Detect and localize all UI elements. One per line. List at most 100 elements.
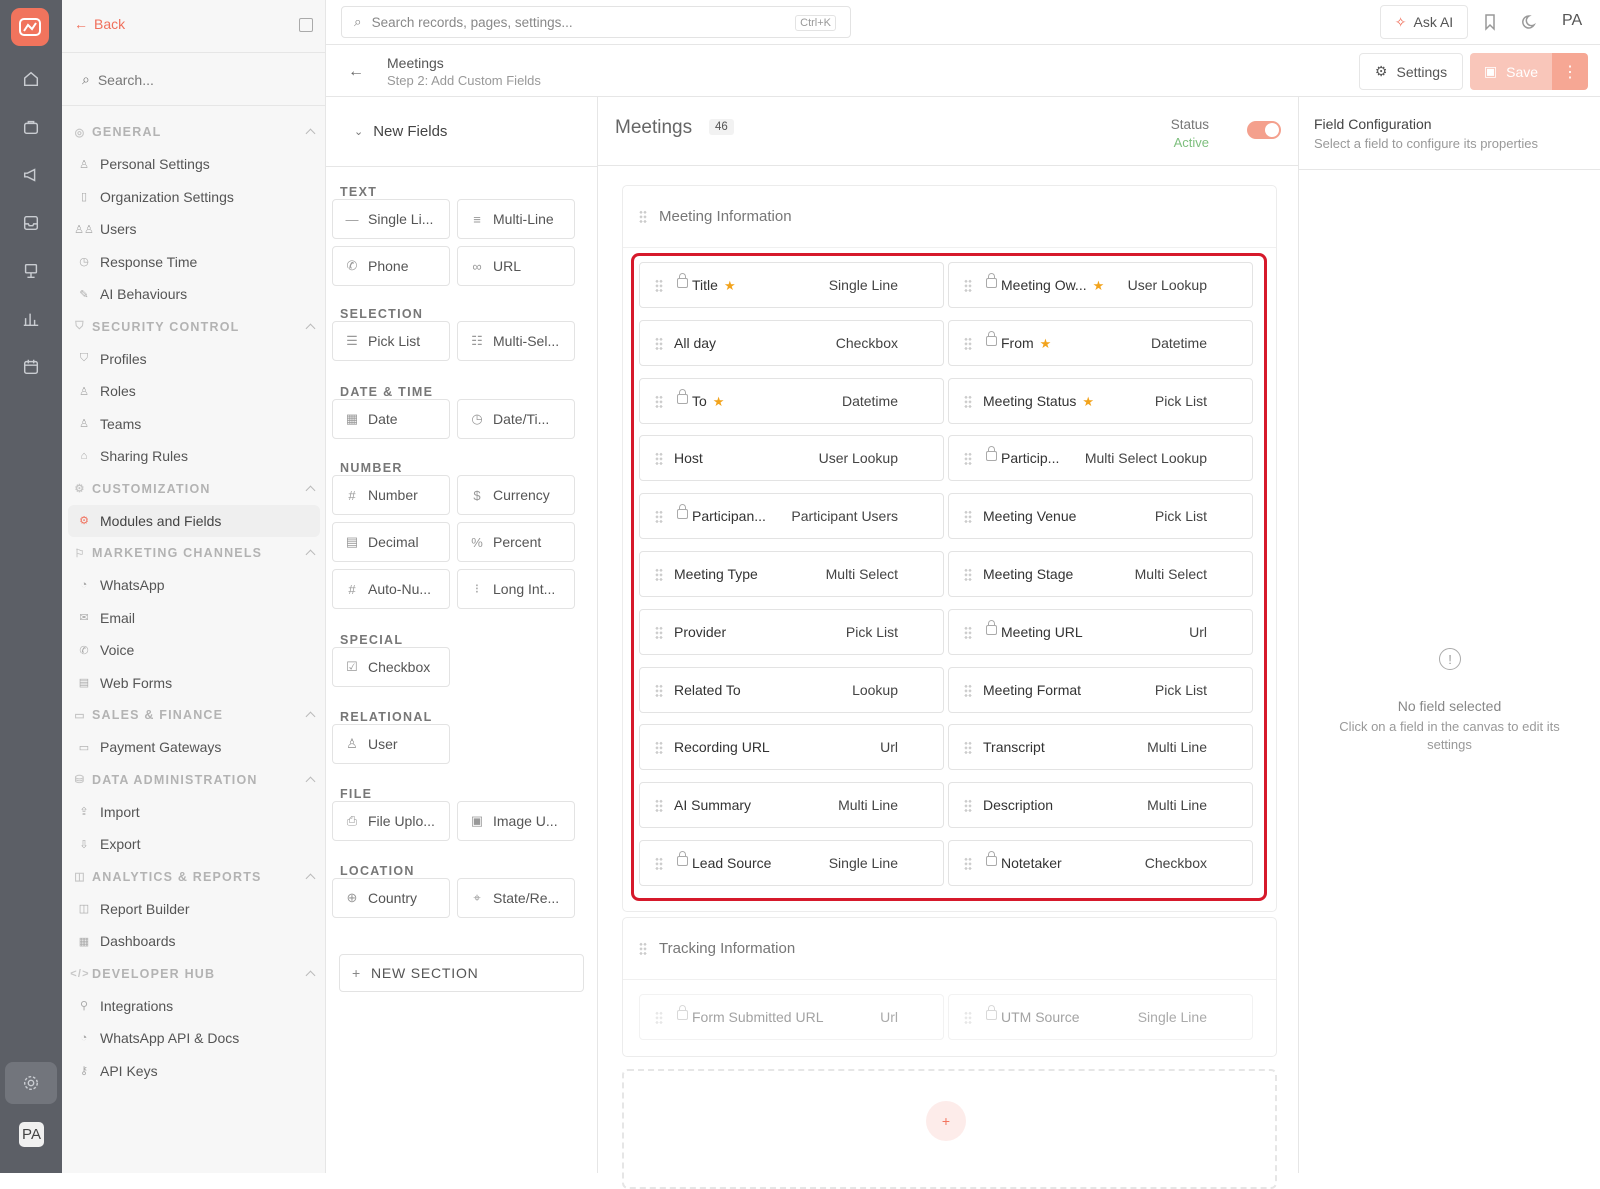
sidebar-item-roles[interactable]: ♙ Roles bbox=[62, 375, 326, 408]
palette-field-date-ti-[interactable]: ◷ Date/Ti... bbox=[457, 399, 575, 439]
sidebar-item-web-forms[interactable]: ▤ Web Forms bbox=[62, 667, 326, 700]
sidebar-item-api-keys[interactable]: ⚷ API Keys bbox=[62, 1055, 326, 1088]
global-search-input[interactable]: ⌕ Search records, pages, settings... Ctr… bbox=[341, 6, 851, 38]
sidebar-section-customization[interactable]: ⚙ CUSTOMIZATION bbox=[62, 473, 326, 505]
palette-category-special: SPECIAL bbox=[340, 633, 404, 647]
home-icon[interactable] bbox=[19, 67, 43, 91]
sidebar-item-email[interactable]: ✉ Email bbox=[62, 602, 326, 635]
palette-field-state-re-[interactable]: ⌖ State/Re... bbox=[457, 878, 575, 918]
moon-icon[interactable] bbox=[1520, 12, 1540, 32]
sidebar-item-import[interactable]: ⇪ Import bbox=[62, 796, 326, 829]
sidebar-section-sales-finance[interactable]: ▭ SALES & FINANCE bbox=[62, 699, 326, 731]
drag-handle-icon[interactable] bbox=[639, 941, 647, 956]
avatar[interactable]: PA bbox=[19, 1122, 44, 1147]
gear-icon[interactable] bbox=[19, 1071, 43, 1095]
briefcase-icon[interactable] bbox=[19, 115, 43, 139]
sidebar-section-marketing-channels[interactable]: ⚐ MARKETING CHANNELS bbox=[62, 537, 326, 569]
chevron-up-icon[interactable] bbox=[305, 970, 316, 980]
palette-field-checkbox[interactable]: ☑ Checkbox bbox=[332, 647, 450, 687]
sidebar-item-profiles[interactable]: ⛉ Profiles bbox=[62, 343, 326, 376]
section-header[interactable]: Tracking Information bbox=[623, 918, 1276, 980]
palette-field-multi-line[interactable]: ≡ Multi-Line bbox=[457, 199, 575, 239]
palette-field-currency[interactable]: $ Currency bbox=[457, 475, 575, 515]
sidebar-item-whatsapp[interactable]: ◔ WhatsApp bbox=[62, 569, 326, 602]
user-initials[interactable]: PA bbox=[1562, 12, 1582, 30]
field-card[interactable]: UTM Source Single Line bbox=[948, 994, 1253, 1040]
palette-field-phone[interactable]: ✆ Phone bbox=[332, 246, 450, 286]
palette-field-country[interactable]: ⊕ Country bbox=[332, 878, 450, 918]
sidebar-item-export[interactable]: ⇩ Export bbox=[62, 828, 326, 861]
palette-field-long-int-[interactable]: ⁝ Long Int... bbox=[457, 569, 575, 609]
section-label: ANALYTICS & REPORTS bbox=[92, 869, 262, 884]
chevron-up-icon[interactable] bbox=[305, 323, 316, 333]
save-button[interactable]: ▣ Save bbox=[1470, 53, 1552, 90]
inbox-icon[interactable] bbox=[19, 211, 43, 235]
sidebar-section-data-administration[interactable]: ⛁ DATA ADMINISTRATION bbox=[62, 764, 326, 796]
chevron-up-icon[interactable] bbox=[305, 549, 316, 560]
chevron-up-icon[interactable] bbox=[305, 128, 316, 139]
palette-field-label: Multi-Line bbox=[493, 211, 554, 227]
sidebar-section-analytics-reports[interactable]: ◫ ANALYTICS & REPORTS bbox=[62, 861, 326, 893]
app-logo[interactable] bbox=[11, 8, 49, 46]
sidebar-item-personal-settings[interactable]: ♙ Personal Settings bbox=[62, 148, 326, 181]
palette-field-number[interactable]: # Number bbox=[332, 475, 450, 515]
drag-handle-icon[interactable] bbox=[639, 209, 647, 224]
palette-field-url[interactable]: ∞ URL bbox=[457, 246, 575, 286]
palette-field-multi-sel-[interactable]: ☷ Multi-Sel... bbox=[457, 321, 575, 361]
sidebar-section-security-control[interactable]: ⛉ SECURITY CONTROL bbox=[62, 311, 326, 343]
collapse-sidebar-icon[interactable] bbox=[299, 18, 313, 32]
chevron-up-icon[interactable] bbox=[305, 485, 316, 495]
sidebar-section-general[interactable]: ◎ GENERAL bbox=[62, 116, 326, 148]
sidebar-item-teams[interactable]: ♙ Teams bbox=[62, 408, 326, 441]
palette-field-decimal[interactable]: ▤ Decimal bbox=[332, 522, 450, 562]
more-options-button[interactable]: ⋮ bbox=[1552, 53, 1588, 90]
new-section-button[interactable]: + NEW SECTION bbox=[339, 954, 584, 992]
sidebar-item-sharing-rules[interactable]: ⌂ Sharing Rules bbox=[62, 440, 326, 473]
field-card[interactable]: Form Submitted URL Url bbox=[639, 994, 944, 1040]
sidebar-item-ai-behaviours[interactable]: ✎ AI Behaviours bbox=[62, 278, 326, 311]
chart-icon[interactable] bbox=[19, 307, 43, 331]
plus-icon[interactable]: + bbox=[926, 1101, 966, 1141]
sidebar-item-payment-gateways[interactable]: ▭ Payment Gateways bbox=[62, 731, 326, 764]
add-section-dropzone[interactable]: + bbox=[622, 1069, 1277, 1189]
back-arrow-icon[interactable]: ← bbox=[348, 63, 364, 81]
presentation-icon[interactable] bbox=[19, 259, 43, 283]
calendar-icon[interactable] bbox=[19, 355, 43, 379]
section-header[interactable]: Meeting Information bbox=[623, 186, 1276, 248]
sidebar-item-voice[interactable]: ✆ Voice bbox=[62, 634, 326, 667]
sidebar-item-response-time[interactable]: ◷ Response Time bbox=[62, 246, 326, 279]
drag-handle-icon[interactable] bbox=[964, 1011, 972, 1025]
ask-ai-button[interactable]: ✧ Ask AI bbox=[1380, 5, 1468, 39]
palette-field-label: Number bbox=[368, 487, 418, 503]
sidebar-item-dashboards[interactable]: ▦ Dashboards bbox=[62, 925, 326, 958]
sidebar-item-integrations[interactable]: ⚲ Integrations bbox=[62, 990, 326, 1023]
teams-icon: ♙ bbox=[79, 418, 89, 431]
sidebar-search-input[interactable]: ⌕ Search... bbox=[82, 71, 154, 88]
palette-field-date[interactable]: ▦ Date bbox=[332, 399, 450, 439]
palette-field-file-uplo-[interactable]: ⎙ File Uplo... bbox=[332, 801, 450, 841]
drag-handle-icon[interactable] bbox=[655, 1011, 663, 1025]
chevron-up-icon[interactable] bbox=[305, 873, 316, 883]
chevron-up-icon[interactable] bbox=[305, 711, 316, 722]
personal-settings-icon: ♙ bbox=[79, 158, 89, 171]
palette-field-user[interactable]: ♙ User bbox=[332, 724, 450, 764]
status-toggle[interactable] bbox=[1247, 121, 1281, 139]
page-subtitle: Step 2: Add Custom Fields bbox=[387, 73, 541, 88]
palette-field-single-li-[interactable]: — Single Li... bbox=[332, 199, 450, 239]
sidebar-item-modules-and-fields[interactable]: ⚙ Modules and Fields bbox=[68, 504, 320, 537]
megaphone-icon[interactable] bbox=[19, 163, 43, 187]
bookmark-icon[interactable] bbox=[1480, 12, 1500, 32]
sidebar-item-whatsapp-api-docs[interactable]: ◔ WhatsApp API & Docs bbox=[62, 1022, 326, 1055]
sidebar-section-developer-hub[interactable]: </> DEVELOPER HUB bbox=[62, 958, 326, 990]
palette-field-image-u-[interactable]: ▣ Image U... bbox=[457, 801, 575, 841]
palette-field-auto-nu-[interactable]: # Auto-Nu... bbox=[332, 569, 450, 609]
chevron-up-icon[interactable] bbox=[305, 776, 316, 786]
palette-field-percent[interactable]: % Percent bbox=[457, 522, 575, 562]
settings-button[interactable]: ⚙ Settings bbox=[1359, 53, 1463, 90]
new-fields-toggle[interactable]: ⌄ New Fields bbox=[326, 97, 597, 167]
palette-field-pick-list[interactable]: ☰ Pick List bbox=[332, 321, 450, 361]
sidebar-item-report-builder[interactable]: ◫ Report Builder bbox=[62, 893, 326, 926]
sidebar-item-organization-settings[interactable]: ▯ Organization Settings bbox=[62, 181, 326, 214]
back-link[interactable]: ← Back bbox=[74, 16, 125, 32]
sidebar-item-users[interactable]: ♙♙ Users bbox=[62, 213, 326, 246]
